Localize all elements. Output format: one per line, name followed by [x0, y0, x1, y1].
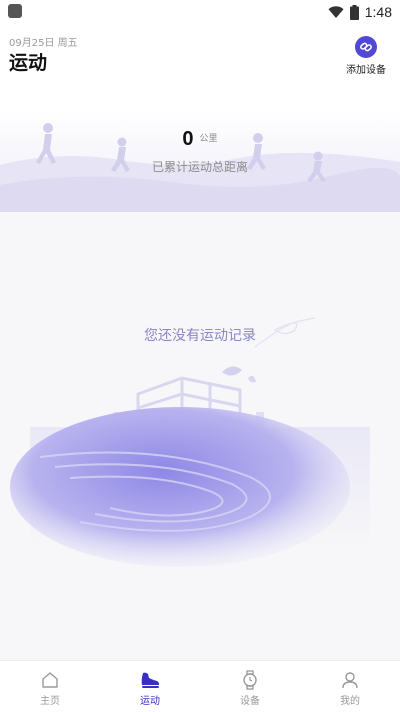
empty-stadium-illustration [10, 317, 370, 567]
page-title: 运动 [9, 52, 48, 74]
distance-row: 0 公里 [0, 128, 400, 151]
profile-icon [340, 670, 360, 690]
nav-label-device: 设备 [240, 696, 260, 707]
nav-label-home: 主页 [40, 696, 60, 707]
status-right: 1:48 [328, 2, 392, 22]
add-device-icon-wrap [355, 36, 377, 58]
header: 09月25日 周五 运动 添加设备 [0, 24, 400, 120]
wifi-icon [328, 5, 344, 18]
empty-message: 您还没有运动记录 [144, 328, 256, 344]
add-device-button[interactable]: 添加设备 [344, 36, 388, 76]
nav-item-home[interactable]: 主页 [0, 661, 100, 712]
watch-icon [240, 670, 260, 690]
distance-caption: 已累计运动总距离 [151, 160, 248, 174]
app-notification-icon [8, 4, 22, 18]
nav-item-device[interactable]: 设备 [200, 661, 300, 712]
add-device-label: 添加设备 [346, 65, 386, 76]
battery-icon [349, 4, 359, 20]
empty-state: 您还没有运动记录 [0, 212, 400, 660]
nav-item-mine[interactable]: 我的 [300, 661, 400, 712]
distance-value: 0 [182, 128, 194, 150]
distance-summary: 0 公里 已累计运动总距离 [0, 110, 400, 212]
status-bar: 1:48 [0, 0, 400, 24]
home-icon [40, 670, 60, 690]
status-time: 1:48 [364, 4, 392, 20]
sport-screen: 1:48 09月25日 周五 运动 添加设备 0 公里 已累计运动总距离 您还没… [0, 0, 400, 712]
nav-label-mine: 我的 [340, 696, 360, 707]
nav-label-sport: 运动 [140, 696, 160, 707]
date-label: 09月25日 周五 [9, 38, 78, 49]
link-icon [360, 42, 372, 52]
sneaker-icon [140, 670, 160, 690]
distance-unit: 公里 [199, 134, 218, 144]
bottom-nav: 主页 运动 设备 我的 [0, 660, 400, 712]
nav-item-sport[interactable]: 运动 [100, 661, 200, 712]
